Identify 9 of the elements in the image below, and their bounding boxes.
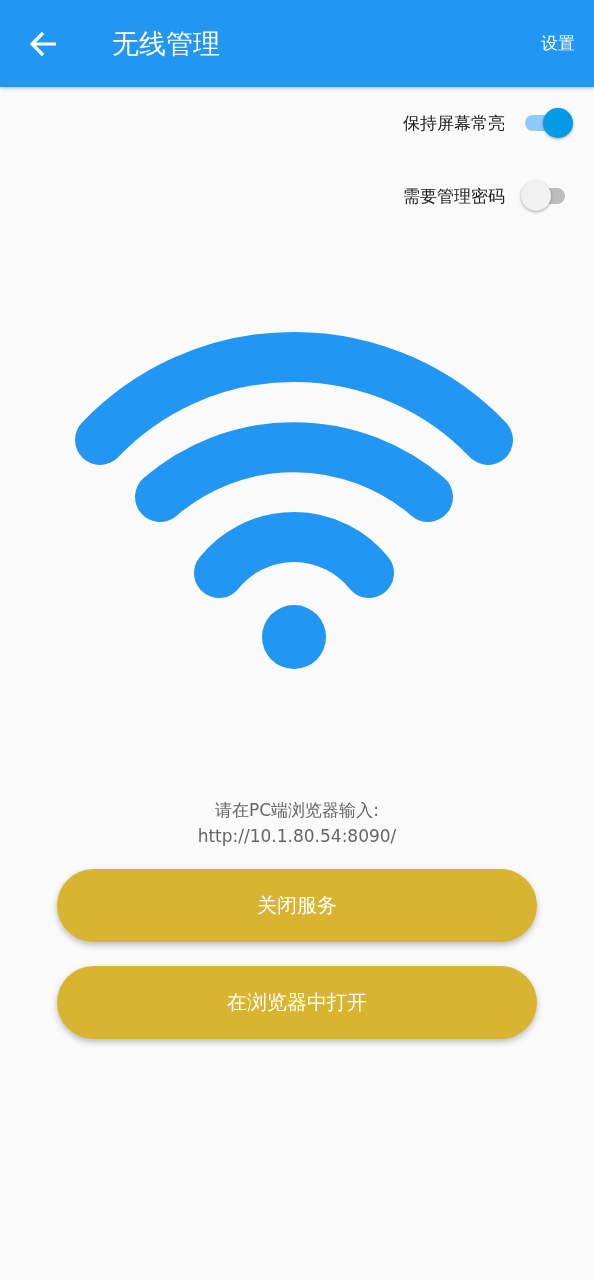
- action-button[interactable]: 关闭服务: [57, 869, 537, 942]
- instruction-text: http://10.1.80.54:8090/: [197, 825, 397, 848]
- instruction-text: 请在PC端浏览器输入:: [215, 799, 379, 822]
- action-button[interactable]: 在浏览器中打开: [57, 966, 537, 1039]
- back-arrow-icon[interactable]: [30, 30, 58, 57]
- screen-title: 无线管理: [112, 26, 221, 61]
- settings-button[interactable]: 设置: [541, 32, 575, 55]
- switch-label: 需要管理密码: [403, 184, 505, 208]
- switch-label: 保持屏幕常亮: [403, 111, 505, 135]
